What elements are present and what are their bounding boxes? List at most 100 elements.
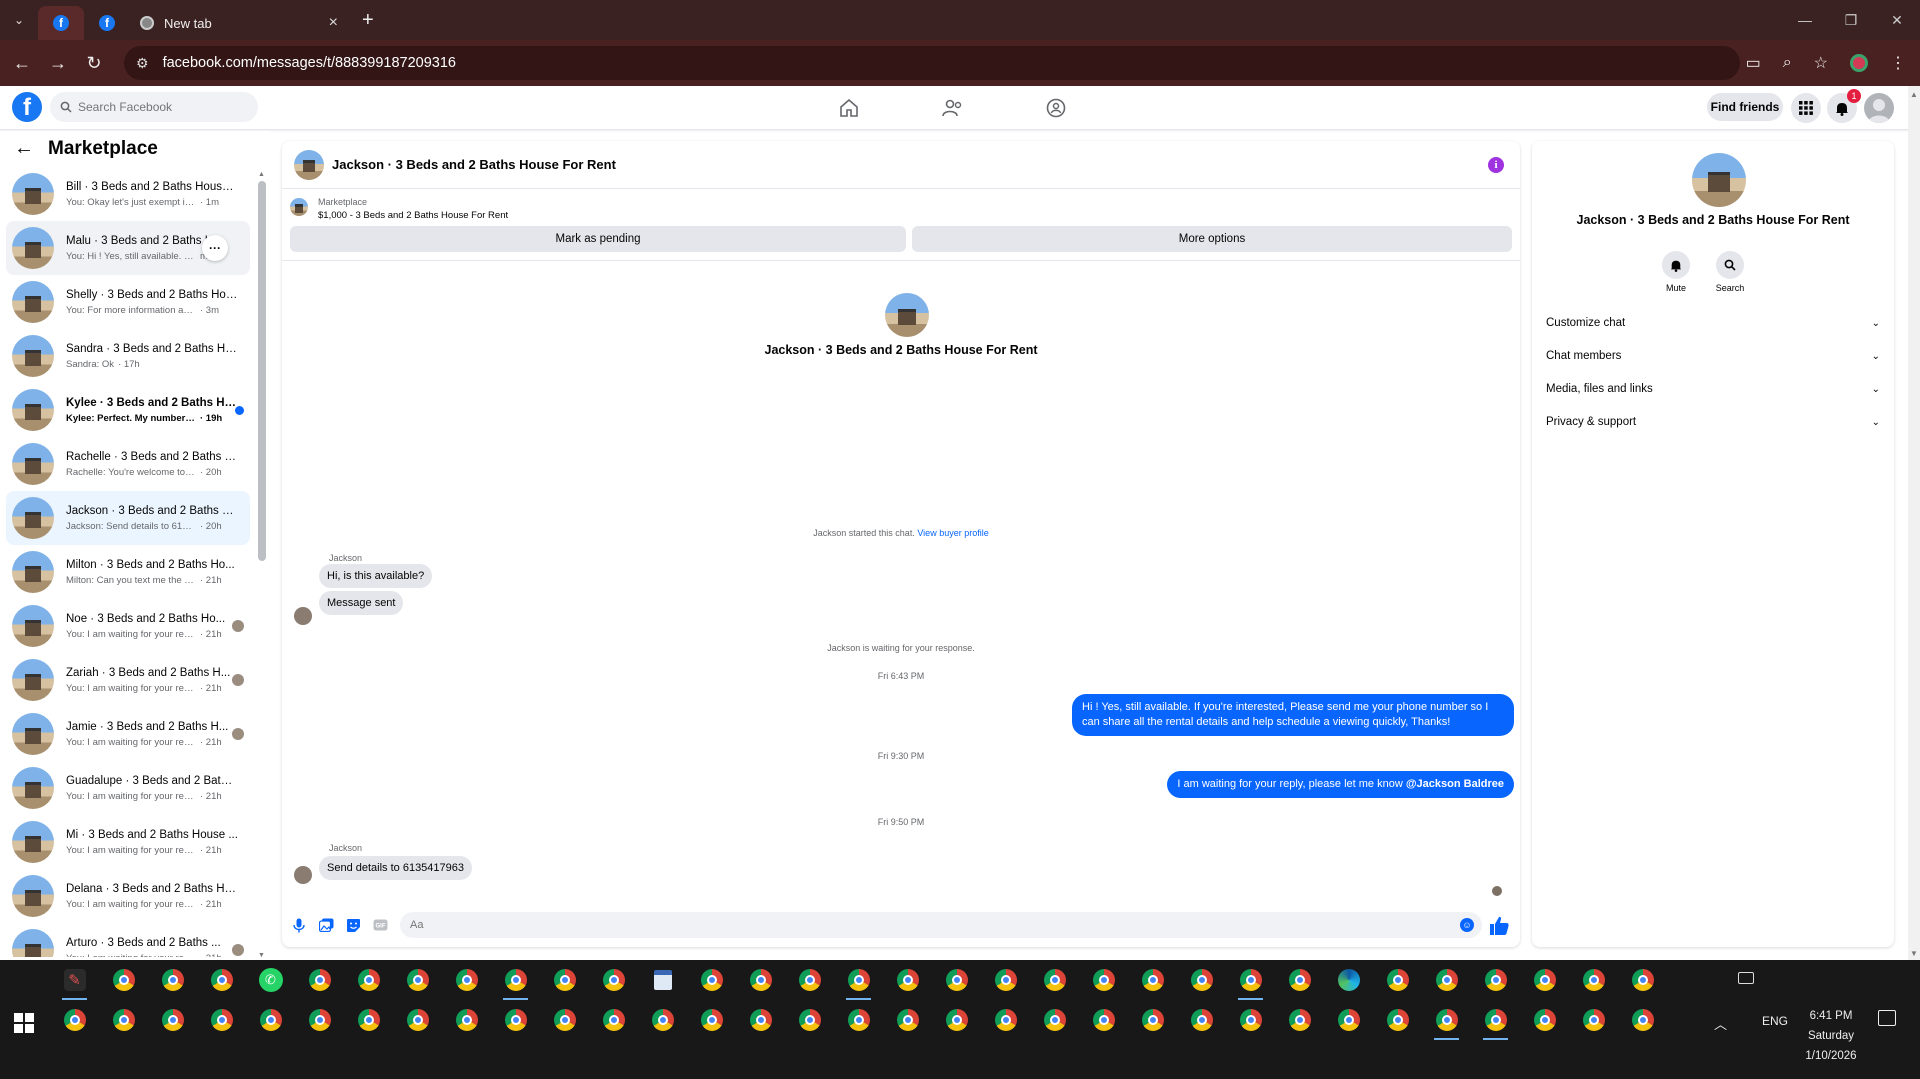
windows-start-button[interactable] [14, 1013, 34, 1033]
cast-icon[interactable]: ▭ [1746, 53, 1761, 73]
taskbar-app-chrome[interactable] [589, 960, 638, 1000]
taskbar-app-chrome[interactable] [1471, 1000, 1520, 1040]
incoming-message[interactable]: Hi, is this available? [319, 564, 433, 588]
conversation-item[interactable]: Guadalupe · 3 Beds and 2 Baths... You: I … [6, 761, 250, 815]
microphone-button[interactable] [287, 913, 311, 937]
taskbar-app-chrome[interactable] [491, 960, 540, 1000]
site-info-icon[interactable]: ⚙ [136, 55, 149, 72]
taskbar-app-chrome[interactable] [491, 1000, 540, 1040]
taskbar-app-chrome[interactable] [1226, 960, 1275, 1000]
taskbar-app-chrome[interactable] [540, 1000, 589, 1040]
scroll-down-icon[interactable]: ▼ [258, 952, 265, 959]
back-button[interactable]: ← [4, 53, 40, 74]
scroll-down-icon[interactable]: ▼ [1910, 949, 1918, 958]
taskbar-app-chrome[interactable] [197, 1000, 246, 1040]
taskbar-app-chrome[interactable] [148, 1000, 197, 1040]
taskbar-app-chrome[interactable] [687, 960, 736, 1000]
taskbar-app-chrome[interactable] [638, 1000, 687, 1040]
scrollbar-thumb[interactable] [258, 181, 266, 561]
taskbar-app-chrome[interactable] [1275, 960, 1324, 1000]
taskbar-app-calendar[interactable] [638, 960, 687, 1000]
taskbar-app-chrome[interactable] [1030, 1000, 1079, 1040]
view-buyer-profile-link[interactable]: View buyer profile [917, 528, 988, 538]
chrome-menu-icon[interactable]: ⋮ [1890, 53, 1906, 73]
more-options-icon[interactable]: ··· [202, 235, 228, 261]
home-nav[interactable] [834, 96, 864, 120]
info-icon[interactable]: i [1488, 157, 1504, 173]
listing-title[interactable]: $1,000 - 3 Beds and 2 Baths House For Re… [318, 210, 508, 221]
taskbar-app-chrome[interactable] [981, 960, 1030, 1000]
taskbar-app-chrome[interactable] [50, 1000, 99, 1040]
taskbar-app-chrome[interactable] [295, 960, 344, 1000]
conversation-item[interactable]: Delana · 3 Beds and 2 Baths Ho... You: I … [6, 869, 250, 923]
taskbar-app-chrome[interactable] [1422, 960, 1471, 1000]
taskbar-app-chrome[interactable] [1177, 960, 1226, 1000]
groups-nav[interactable] [1041, 96, 1071, 120]
taskbar-app-chrome[interactable] [197, 960, 246, 1000]
mute-action[interactable]: Mute [1656, 251, 1696, 293]
taskbar-app-chrome[interactable] [1618, 960, 1667, 1000]
chat-avatar[interactable] [294, 149, 324, 180]
language-indicator[interactable]: ENG [1762, 1014, 1788, 1028]
taskbar-app-chrome[interactable] [1569, 1000, 1618, 1040]
conversation-item[interactable]: Arturo · 3 Beds and 2 Baths ... You: I am… [6, 923, 250, 957]
conversation-item[interactable]: Sandra · 3 Beds and 2 Baths Ho... Sandra:… [6, 329, 250, 383]
taskbar-app-chrome[interactable] [981, 1000, 1030, 1040]
menu-button[interactable] [1791, 93, 1821, 123]
taskbar-app-chrome[interactable] [687, 1000, 736, 1040]
conversation-item[interactable]: Jackson · 3 Beds and 2 Baths H... Jackson… [6, 491, 250, 545]
page-scrollbar[interactable]: ▲ ▼ [1908, 86, 1920, 960]
chat-members-section[interactable]: Chat members ⌄ [1542, 341, 1884, 371]
outgoing-message[interactable]: I am waiting for your reply, please let … [1167, 771, 1514, 798]
taskbar-app-chrome[interactable] [1226, 1000, 1275, 1040]
sender-avatar[interactable] [294, 866, 312, 884]
browser-tab-facebook-1[interactable]: f [38, 6, 84, 40]
forward-button[interactable]: → [40, 53, 76, 74]
conversation-item[interactable]: Zariah · 3 Beds and 2 Baths H... You: I a… [6, 653, 250, 707]
taskbar-app-chrome[interactable] [1177, 1000, 1226, 1040]
thumbs-up-icon[interactable] [1488, 915, 1510, 937]
taskbar-app-chrome[interactable] [1324, 1000, 1373, 1040]
taskbar-app-chrome[interactable] [932, 1000, 981, 1040]
conversation-item[interactable]: Rachelle · 3 Beds and 2 Baths H... Rachel… [6, 437, 250, 491]
taskbar-app-chrome[interactable] [295, 1000, 344, 1040]
taskbar-app-chrome[interactable] [1569, 960, 1618, 1000]
taskbar-app-chrome[interactable] [393, 1000, 442, 1040]
taskbar-app-chrome[interactable] [785, 1000, 834, 1040]
conversation-item[interactable]: Noe · 3 Beds and 2 Baths Ho... You: I am … [6, 599, 250, 653]
close-tab-icon[interactable]: × [329, 14, 338, 32]
chat-title[interactable]: Jackson · 3 Beds and 2 Baths House For R… [332, 157, 616, 172]
browser-tab-new-tab[interactable]: New tab × [130, 6, 348, 40]
taskbar-app-chrome[interactable] [834, 1000, 883, 1040]
emoji-icon[interactable]: ☺ [1460, 918, 1474, 932]
scroll-up-icon[interactable]: ▲ [1910, 90, 1918, 99]
attach-media-button[interactable] [314, 913, 338, 937]
taskbar-app-chrome[interactable] [344, 1000, 393, 1040]
search-input[interactable] [78, 100, 248, 114]
taskbar-app-chrome[interactable] [883, 960, 932, 1000]
privacy-support-section[interactable]: Privacy & support ⌄ [1542, 407, 1884, 437]
incoming-message[interactable]: Send details to 6135417963 [319, 856, 473, 880]
address-bar[interactable]: ⚙ facebook.com/messages/t/88839918720931… [124, 46, 1740, 80]
conversation-item[interactable]: Mi · 3 Beds and 2 Baths House ... You: I … [6, 815, 250, 869]
taskbar-app-chrome[interactable] [99, 960, 148, 1000]
conversation-item[interactable]: Jamie · 3 Beds and 2 Baths H... You: I am… [6, 707, 250, 761]
browser-tab-facebook-2[interactable]: f [84, 6, 130, 40]
search-action[interactable]: Search [1710, 251, 1750, 293]
taskbar-app-chrome[interactable] [246, 1000, 295, 1040]
friends-nav[interactable] [938, 96, 968, 120]
taskbar-app-chrome[interactable] [1373, 1000, 1422, 1040]
conversation-item[interactable]: Kylee · 3 Beds and 2 Baths Ho... Kylee: P… [6, 383, 250, 437]
bookmark-star-icon[interactable]: ☆ [1814, 53, 1828, 73]
gif-button[interactable]: GIF [368, 913, 392, 937]
sticker-button[interactable] [341, 913, 365, 937]
taskbar-app-chrome[interactable] [442, 960, 491, 1000]
profile-avatar[interactable] [1864, 93, 1894, 123]
taskbar-app-chrome[interactable] [148, 960, 197, 1000]
conversation-item[interactable]: Shelly · 3 Beds and 2 Baths Hou... You: F… [6, 275, 250, 329]
taskbar-app-chrome[interactable] [1079, 960, 1128, 1000]
conversation-list-scrollbar[interactable]: ▲ ▼ [258, 171, 266, 959]
extension-icon[interactable] [1850, 54, 1868, 72]
notification-center-icon[interactable] [1878, 1010, 1896, 1026]
taskbar-app-chrome[interactable] [99, 1000, 148, 1040]
